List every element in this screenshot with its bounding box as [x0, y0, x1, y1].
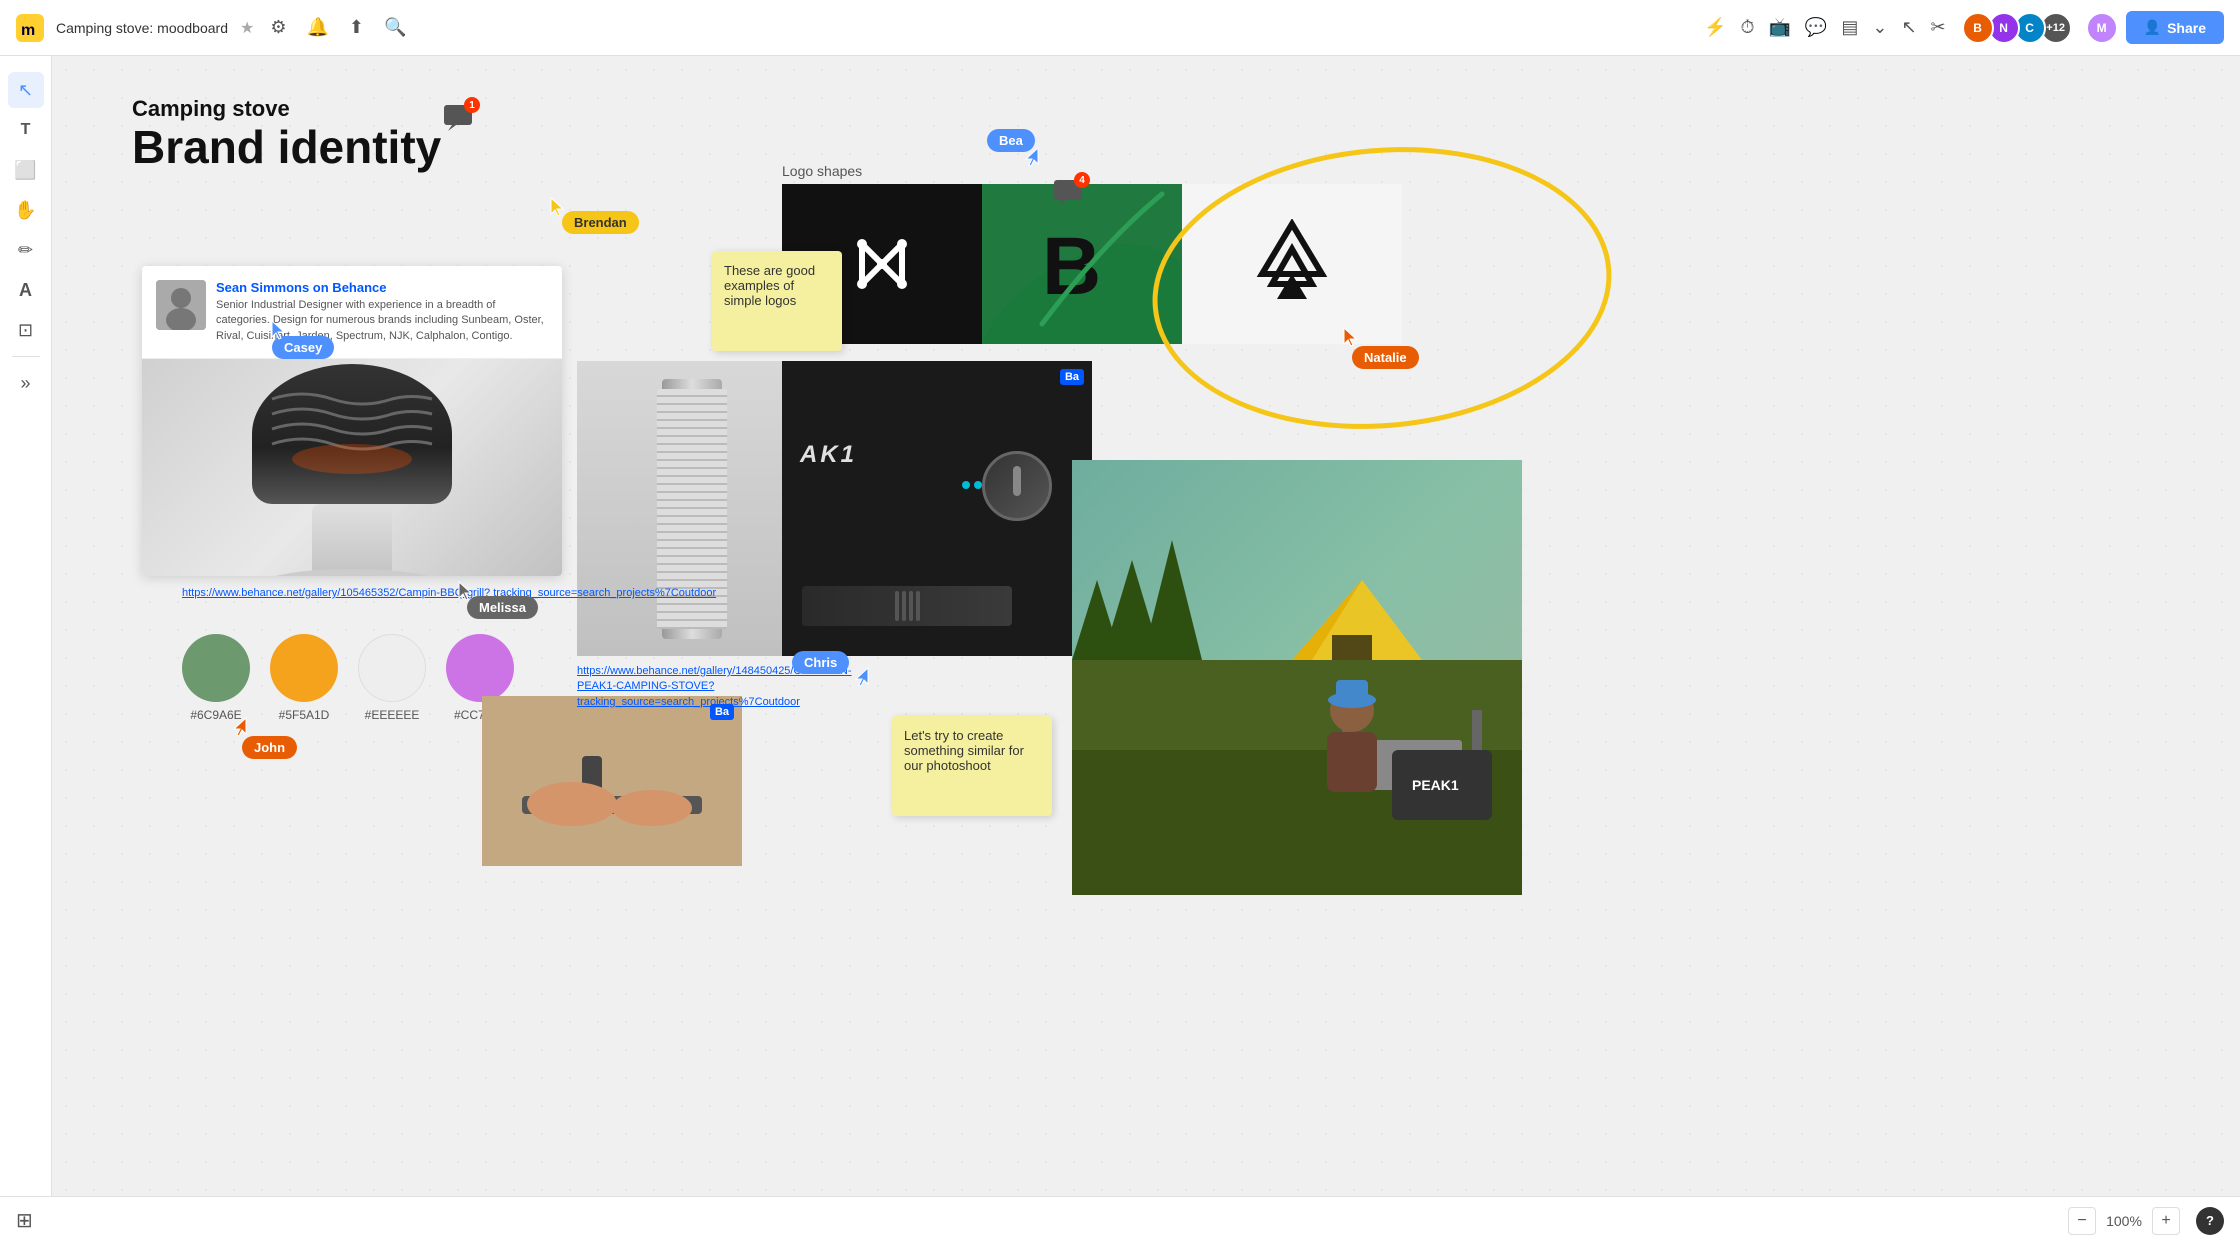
share-button[interactable]: 👤 Share	[2126, 11, 2224, 44]
bea-label: Bea	[987, 129, 1035, 152]
current-user-avatar[interactable]: M	[2086, 12, 2118, 44]
svg-text:m: m	[21, 22, 35, 39]
color-swatch-green[interactable]: #6C9A6E	[182, 634, 250, 722]
svg-text:B: B	[1042, 221, 1101, 309]
logo-3[interactable]	[1182, 184, 1402, 344]
product-image-3[interactable]: AK1 B	[782, 361, 1092, 656]
comment-badge[interactable]: 1	[442, 101, 476, 140]
board-title-toolbar: Camping stove: moodboard	[56, 20, 228, 36]
natalie-label: Natalie	[1352, 346, 1419, 369]
more-tools[interactable]: »	[8, 365, 44, 401]
more-icon[interactable]: ⌄	[1866, 13, 1893, 42]
photoshoot-sticky[interactable]: Let's try to create something similar fo…	[892, 716, 1052, 816]
screen-icon[interactable]: 📺	[1763, 13, 1797, 42]
select-tool[interactable]: ↖	[8, 72, 44, 108]
zoom-out-button[interactable]: −	[2068, 1207, 2096, 1235]
timer-icon[interactable]: ⏱	[1734, 13, 1760, 42]
comment-icon[interactable]: 💬	[1799, 13, 1833, 42]
scissors-icon[interactable]: ✂	[1925, 13, 1952, 42]
color-swatch-gray[interactable]: #EEEEEE	[358, 634, 426, 722]
left-sidebar: ↖ T ⬜ ✋ ✏ A ⊡ » ↩	[0, 56, 52, 1244]
board-main-title: Brand identity	[132, 122, 441, 173]
share-icon[interactable]: ⬆	[345, 13, 368, 42]
behance-link-2[interactable]: https://www.behance.net/gallery/14845042…	[577, 664, 857, 710]
text-tool[interactable]: T	[8, 112, 44, 148]
logo-section-label: Logo shapes	[782, 163, 862, 179]
logo-sticky-note[interactable]: These are good examples of simple logos	[712, 251, 842, 351]
comment-bubble-2[interactable]: 4	[1052, 176, 1086, 215]
canvas-content: Camping stove Brand identity 1 Casey Bre…	[52, 56, 2240, 1196]
help-button[interactable]: ?	[2196, 1207, 2224, 1235]
sticky-tool[interactable]: A	[8, 272, 44, 308]
miro-logo[interactable]: m	[16, 14, 44, 42]
zoom-in-button[interactable]: +	[2152, 1207, 2180, 1235]
shape-tool[interactable]: ⬜	[8, 152, 44, 188]
grid-toggle[interactable]: ⊞	[16, 1208, 33, 1233]
table-icon[interactable]: ▤	[1835, 13, 1864, 42]
top-toolbar: m Camping stove: moodboard ★ ⚙ 🔔 ⬆ 🔍 ⚡ ⏱…	[0, 0, 2240, 56]
avatar-group[interactable]: B N C +12	[1968, 12, 2072, 44]
ba-badge-2: Ba	[1060, 369, 1084, 385]
brendan-label: Brendan	[562, 211, 639, 234]
color-swatch-orange[interactable]: #5F5A1D	[270, 634, 338, 722]
cursor-icon[interactable]: ↖	[1895, 13, 1922, 42]
notification-icon[interactable]: 🔔	[302, 13, 332, 42]
avatar-1[interactable]: B	[1962, 12, 1994, 44]
behance-link-1[interactable]: https://www.behance.net/gallery/10546535…	[182, 586, 716, 601]
svg-text:PEAK1: PEAK1	[1412, 777, 1459, 793]
product-image-5[interactable]: PEAK1	[1072, 460, 1522, 895]
gear-icon[interactable]: ⚙	[266, 13, 290, 42]
zoom-level-display: 100%	[2104, 1213, 2144, 1229]
hand-tool[interactable]: ✋	[8, 192, 44, 228]
profile-card[interactable]: Sean Simmons on Behance Senior Industria…	[142, 266, 562, 576]
product-image-2[interactable]	[577, 361, 807, 656]
john-label: John	[242, 736, 297, 759]
product-image-4[interactable]: Ba	[482, 696, 742, 866]
star-icon[interactable]: ★	[240, 18, 254, 38]
board-subtitle: Camping stove	[132, 96, 441, 122]
pen-tool[interactable]: ✏	[8, 232, 44, 268]
frame-tool[interactable]: ⊡	[8, 312, 44, 348]
search-icon[interactable]: 🔍	[380, 13, 410, 42]
bottom-bar: ⊞ − 100% + ?	[0, 1196, 2240, 1244]
canvas[interactable]: Camping stove Brand identity 1 Casey Bre…	[52, 56, 2240, 1196]
board-title: Camping stove Brand identity	[132, 96, 441, 173]
lightning-icon[interactable]: ⚡	[1698, 13, 1732, 42]
color-swatches: #6C9A6E #5F5A1D #EEEEEE #CC73E6	[182, 634, 514, 722]
